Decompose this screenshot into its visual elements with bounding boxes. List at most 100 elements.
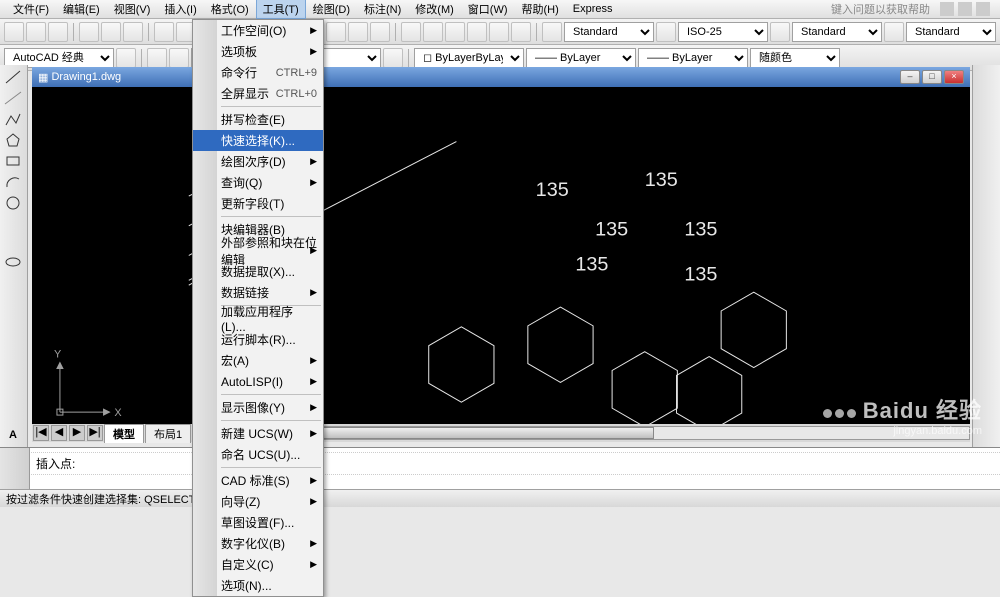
h-scrollbar[interactable]: [243, 426, 970, 440]
layer-state-button[interactable]: [169, 48, 189, 68]
hatch-tool[interactable]: [3, 351, 23, 367]
plotstyle-select[interactable]: 随颜色: [750, 48, 840, 68]
tablestyle-select[interactable]: Standard: [792, 22, 882, 42]
command-grip[interactable]: [0, 448, 30, 489]
extend-tool[interactable]: [976, 278, 996, 296]
help-search[interactable]: 键入问题以获取帮助: [831, 1, 936, 17]
toolpalette-button[interactable]: [445, 22, 465, 42]
menu-item[interactable]: 拼写检查(E): [193, 109, 323, 130]
construction-line-tool[interactable]: [3, 89, 23, 107]
menu-item[interactable]: 选项(N)...: [193, 575, 323, 596]
trim-tool[interactable]: [976, 257, 996, 275]
join-tool[interactable]: [976, 320, 996, 338]
color-select[interactable]: ◻ ByLayerByLayer: [414, 48, 524, 68]
minimize-button[interactable]: –: [900, 70, 920, 84]
menu-tools[interactable]: 工具(T): [256, 0, 306, 19]
chamfer-tool[interactable]: [976, 341, 996, 359]
save-button[interactable]: [48, 22, 68, 42]
ellipse-tool[interactable]: [3, 253, 23, 271]
menu-window[interactable]: 窗口(W): [461, 0, 515, 19]
menu-item[interactable]: 数据链接▶: [193, 282, 323, 303]
menu-item[interactable]: 全屏显示CTRL+0: [193, 83, 323, 104]
circle-tool[interactable]: [3, 194, 23, 212]
menu-item[interactable]: 草图设置(F)...: [193, 512, 323, 533]
menu-item[interactable]: 外部参照和块在位编辑▶: [193, 240, 323, 261]
menu-format[interactable]: 格式(O): [204, 0, 256, 19]
document-titlebar[interactable]: ▦ Drawing1.dwg – □ ×: [32, 67, 970, 87]
new-button[interactable]: [4, 22, 24, 42]
mleaderstyle-icon[interactable]: [884, 22, 904, 42]
menu-item[interactable]: 绘图次序(D)▶: [193, 151, 323, 172]
preview-button[interactable]: [101, 22, 121, 42]
mirror-tool[interactable]: [976, 110, 996, 128]
mtext-tool[interactable]: A: [3, 428, 23, 444]
workspace-settings-icon[interactable]: [116, 48, 136, 68]
menu-item[interactable]: AutoLISP(I)▶: [193, 371, 323, 392]
menu-edit[interactable]: 编辑(E): [56, 0, 107, 19]
menu-item[interactable]: 运行脚本(R)...: [193, 329, 323, 350]
menu-view[interactable]: 视图(V): [107, 0, 158, 19]
gradient-tool[interactable]: [3, 370, 23, 386]
command-line[interactable]: 插入点:: [0, 447, 1000, 489]
menu-item[interactable]: 向导(Z)▶: [193, 491, 323, 512]
menu-express[interactable]: Express: [566, 1, 620, 17]
menu-item[interactable]: 加载应用程序(L)...: [193, 308, 323, 329]
layer-manager-button[interactable]: [147, 48, 167, 68]
dimstyle-select[interactable]: ISO-25: [678, 22, 768, 42]
menu-insert[interactable]: 插入(I): [157, 0, 203, 19]
tab-prev[interactable]: ◀: [51, 425, 67, 441]
layer-previous-button[interactable]: [383, 48, 403, 68]
fillet-tool[interactable]: [976, 362, 996, 380]
copy-tool[interactable]: [976, 89, 996, 107]
insert-block-tool[interactable]: [3, 294, 23, 310]
revcloud-tool[interactable]: [3, 215, 23, 231]
rotate-tool[interactable]: [976, 194, 996, 212]
lineweight-select[interactable]: —— ByLayer: [638, 48, 748, 68]
designcenter-button[interactable]: [423, 22, 443, 42]
tab-last[interactable]: ▶|: [87, 425, 103, 441]
zoom-previous-button[interactable]: [370, 22, 390, 42]
linetype-select[interactable]: —— ByLayer: [526, 48, 636, 68]
menu-item[interactable]: 数字化仪(B)▶: [193, 533, 323, 554]
make-block-tool[interactable]: [3, 313, 23, 329]
close-button[interactable]: ×: [944, 70, 964, 84]
cut-button[interactable]: [154, 22, 174, 42]
spline-tool[interactable]: [3, 234, 23, 250]
menu-item[interactable]: 宏(A)▶: [193, 350, 323, 371]
mleaderstyle-select[interactable]: Standard: [906, 22, 996, 42]
menu-item[interactable]: 数据提取(X)...: [193, 261, 323, 282]
menu-item[interactable]: 快速选择(K)...: [193, 130, 323, 151]
tablestyle-icon[interactable]: [770, 22, 790, 42]
search-icon[interactable]: [940, 2, 954, 16]
zoom-window-button[interactable]: [348, 22, 368, 42]
textstyle-icon[interactable]: [542, 22, 562, 42]
textstyle-select[interactable]: Standard: [564, 22, 654, 42]
menu-file[interactable]: 文件(F): [6, 0, 56, 19]
table-tool[interactable]: [3, 409, 23, 425]
command-prompt[interactable]: 插入点:: [0, 453, 1000, 475]
markup-button[interactable]: [489, 22, 509, 42]
tab-model[interactable]: 模型: [104, 424, 144, 443]
array-tool[interactable]: [976, 152, 996, 170]
erase-tool[interactable]: [976, 68, 996, 86]
menu-modify[interactable]: 修改(M): [408, 0, 461, 19]
menu-item[interactable]: 显示图像(Y)▶: [193, 397, 323, 418]
menu-draw[interactable]: 绘图(D): [306, 0, 357, 19]
tab-layout1[interactable]: 布局1: [145, 424, 191, 443]
menu-item[interactable]: 新建 UCS(W)▶: [193, 423, 323, 444]
polygon-tool[interactable]: [3, 131, 23, 149]
maximize-button[interactable]: □: [922, 70, 942, 84]
menu-item[interactable]: 命令行CTRL+9: [193, 62, 323, 83]
explode-tool[interactable]: [976, 383, 996, 401]
menu-dimension[interactable]: 标注(N): [357, 0, 408, 19]
drawing-canvas[interactable]: X Y 135135135135135135: [32, 87, 970, 424]
tab-next[interactable]: ▶: [69, 425, 85, 441]
print-button[interactable]: [79, 22, 99, 42]
arc-tool[interactable]: [3, 173, 23, 191]
menu-item[interactable]: 命名 UCS(U)...: [193, 444, 323, 465]
stretch-tool[interactable]: [976, 236, 996, 254]
break-tool[interactable]: [976, 299, 996, 317]
offset-tool[interactable]: [976, 131, 996, 149]
dimstyle-icon[interactable]: [656, 22, 676, 42]
menu-item[interactable]: 选项板▶: [193, 41, 323, 62]
